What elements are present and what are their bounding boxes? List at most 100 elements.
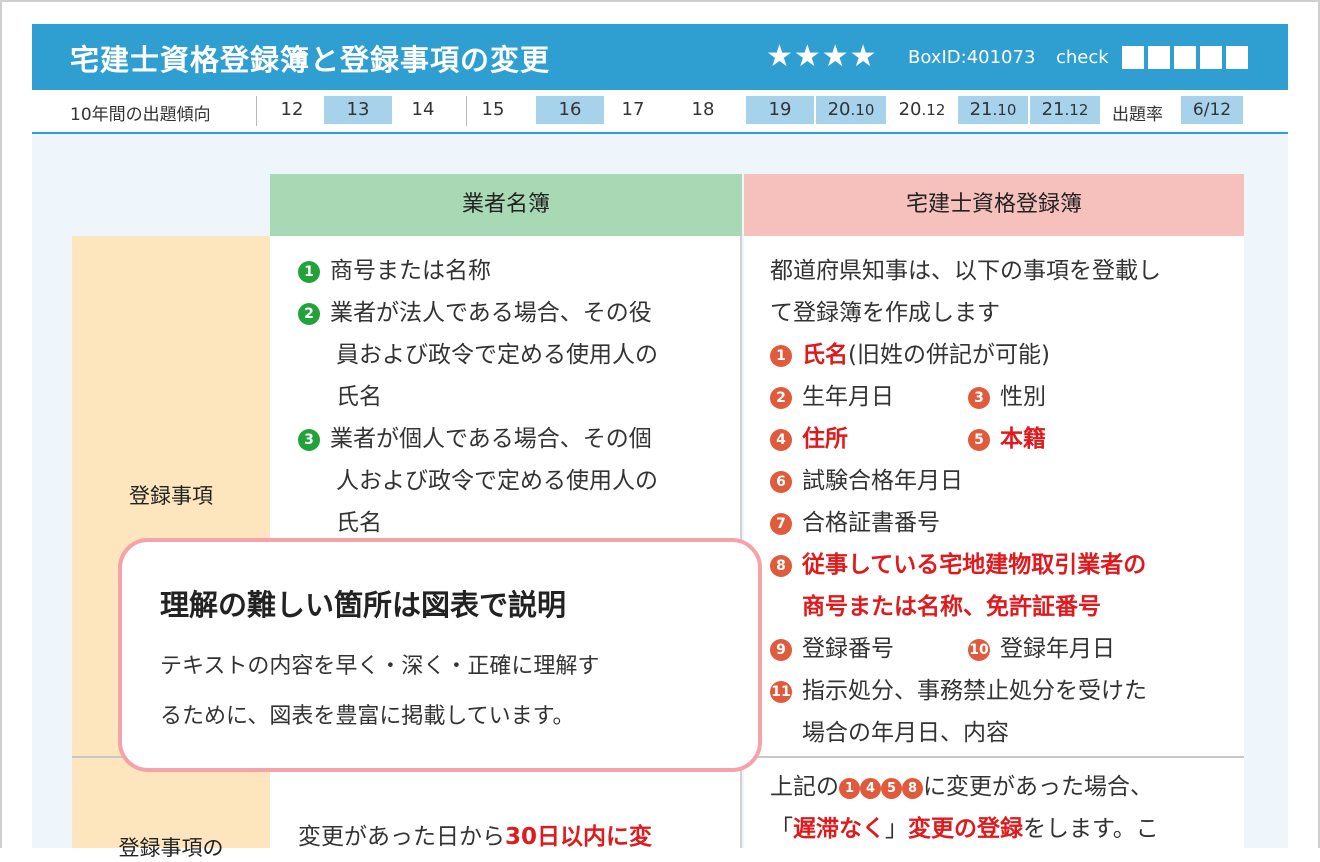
check-boxes	[1122, 46, 1248, 70]
rate-value: 6/12	[1181, 96, 1243, 124]
item-text: 業者が法人である場合、その役	[330, 300, 652, 326]
year-main: 21	[1041, 99, 1065, 120]
number-badge: 7	[770, 513, 792, 535]
number-badge: 8	[770, 555, 792, 577]
year-cell: 17	[606, 96, 660, 124]
frequency-label: 10年間の出題傾向	[70, 105, 211, 125]
item-text: 住所	[802, 426, 848, 452]
number-badge: 6	[770, 471, 792, 493]
item-note: (旧姓の併記が可能)	[848, 342, 1050, 368]
shikaku-change-cell: 上記の 1 4 5 8 に変更があった場合、 「遅滞なく」変更の登録をします。こ	[744, 758, 1244, 848]
list-item: 9 登録番号	[770, 628, 894, 670]
feature-callout: 理解の難しい箇所は図表で説明 テキストの内容を早く・深く・正確に理解す るために…	[118, 538, 762, 772]
page-title: 宅建士資格登録簿と登録事項の変更	[70, 43, 551, 77]
callout-line: るために、図表を豊富に掲載しています。	[160, 704, 575, 729]
check-label: check	[1056, 47, 1109, 68]
text-segment: 遅滞なく	[793, 816, 885, 842]
list-item: 1 氏名(旧姓の併記が可能)	[770, 334, 1050, 376]
text-segment: 変更があった日から	[298, 824, 505, 850]
check-box[interactable]	[1148, 46, 1170, 69]
text-segment: 」	[885, 816, 908, 842]
year-main: 12	[280, 99, 304, 120]
list-item: 4 住所	[770, 418, 848, 460]
list-item: 7 合格証書番号	[770, 502, 940, 544]
list-item: 2 生年月日	[770, 376, 894, 418]
number-badge: 3	[968, 387, 990, 409]
text-segment: に変更があった場合、	[923, 774, 1153, 800]
year-cell: 19	[746, 96, 814, 124]
year-main: 21	[969, 99, 993, 120]
year-cell: 21.12	[1030, 96, 1100, 124]
year-sub: .10	[992, 101, 1017, 119]
number-badge: 3	[298, 429, 320, 451]
year-sub: .12	[921, 101, 946, 119]
change-text: 「遅滞なく」変更の登録をします。こ	[770, 808, 1159, 850]
item-text: 員および政令で定める使用人の	[336, 342, 658, 368]
year-cell: 13	[324, 96, 392, 124]
number-badge: 9	[770, 639, 792, 661]
item-text: 性別	[1000, 384, 1046, 410]
number-badge: 1	[770, 345, 792, 367]
number-badge: 8	[902, 778, 923, 799]
year-main: 20	[898, 99, 922, 120]
list-item: 5 本籍	[968, 418, 1046, 460]
number-badge: 4	[770, 429, 792, 451]
year-sub: .12	[1064, 101, 1089, 119]
text-segment: 「	[770, 816, 793, 842]
check-box[interactable]	[1200, 46, 1222, 69]
list-item: 6 試験合格年月日	[770, 460, 963, 502]
check-box[interactable]	[1122, 46, 1144, 69]
number-badge: 1	[839, 778, 860, 799]
item-text: 商号または名称、免許証番号	[802, 594, 1101, 620]
year-cell: 16	[536, 96, 604, 124]
item-text: 試験合格年月日	[802, 468, 963, 494]
number-badge: 1	[298, 261, 320, 283]
intro-text: て登録簿を作成します	[770, 300, 1000, 326]
row-label: 登録事項	[129, 484, 213, 508]
list-item: 3 業者が個人である場合、その個	[298, 418, 652, 460]
year-main: 14	[411, 99, 435, 120]
year-main: 18	[691, 99, 715, 120]
text-segment: をします。こ	[1023, 816, 1159, 842]
year-main: 13	[346, 99, 370, 120]
number-badge: 10	[968, 639, 990, 661]
number-badge: 11	[770, 681, 792, 703]
item-text: 本籍	[1000, 426, 1046, 452]
item-text: 登録番号	[802, 636, 894, 662]
list-item: 11 指示処分、事務禁止処分を受けた	[770, 670, 1147, 712]
year-cell: 12	[270, 96, 314, 124]
year-main: 17	[621, 99, 645, 120]
item-text: 氏名	[336, 384, 382, 410]
year-cell: 15	[466, 96, 520, 124]
change-text: 上記の 1 4 5 8 に変更があった場合、	[770, 766, 1153, 808]
importance-stars: ★★★★	[766, 39, 878, 74]
year-main: 19	[768, 99, 792, 120]
item-text: 業者が個人である場合、その個	[330, 426, 652, 452]
title-bar: 宅建士資格登録簿と登録事項の変更 ★★★★ BoxID:401073 check	[32, 24, 1288, 90]
list-item: 2 業者が法人である場合、その役	[298, 292, 652, 334]
row-label: 登録事項の	[118, 836, 224, 860]
callout-title: 理解の難しい箇所は図表で説明	[160, 588, 567, 622]
item-text: 合格証書番号	[802, 510, 940, 536]
item-text: 氏名	[802, 342, 848, 368]
callout-line: テキストの内容を早く・深く・正確に理解す	[160, 654, 600, 679]
year-cell: 18	[676, 96, 730, 124]
year-cell: 14	[396, 96, 450, 124]
check-box[interactable]	[1174, 46, 1196, 69]
item-text: 場合の年月日、内容	[802, 720, 1009, 746]
number-badge: 4	[860, 778, 881, 799]
exam-frequency-row: 10年間の出題傾向 12 13 14 15 16 17 18 19 20.10 20.12 21.1…	[32, 90, 1288, 134]
year-main: 20	[827, 99, 851, 120]
list-item: 3 性別	[968, 376, 1046, 418]
item-text: 人および政令で定める使用人の	[336, 468, 658, 494]
item-text: 生年月日	[802, 384, 894, 410]
year-cell: 20.12	[888, 96, 956, 124]
text-segment: 30日以内に変	[505, 824, 653, 850]
item-text: 指示処分、事務禁止処分を受けた	[802, 678, 1147, 704]
year-main: 15	[481, 99, 505, 120]
text-segment: 変更の登録	[908, 816, 1023, 842]
list-item: 10 登録年月日	[968, 628, 1115, 670]
header-gyosha-meibo: 業者名簿	[270, 174, 742, 236]
shikaku-items-cell: 都道府県知事は、以下の事項を登載し て登録簿を作成します 1 氏名(旧姓の併記が可…	[744, 236, 1244, 756]
check-box[interactable]	[1226, 46, 1248, 69]
